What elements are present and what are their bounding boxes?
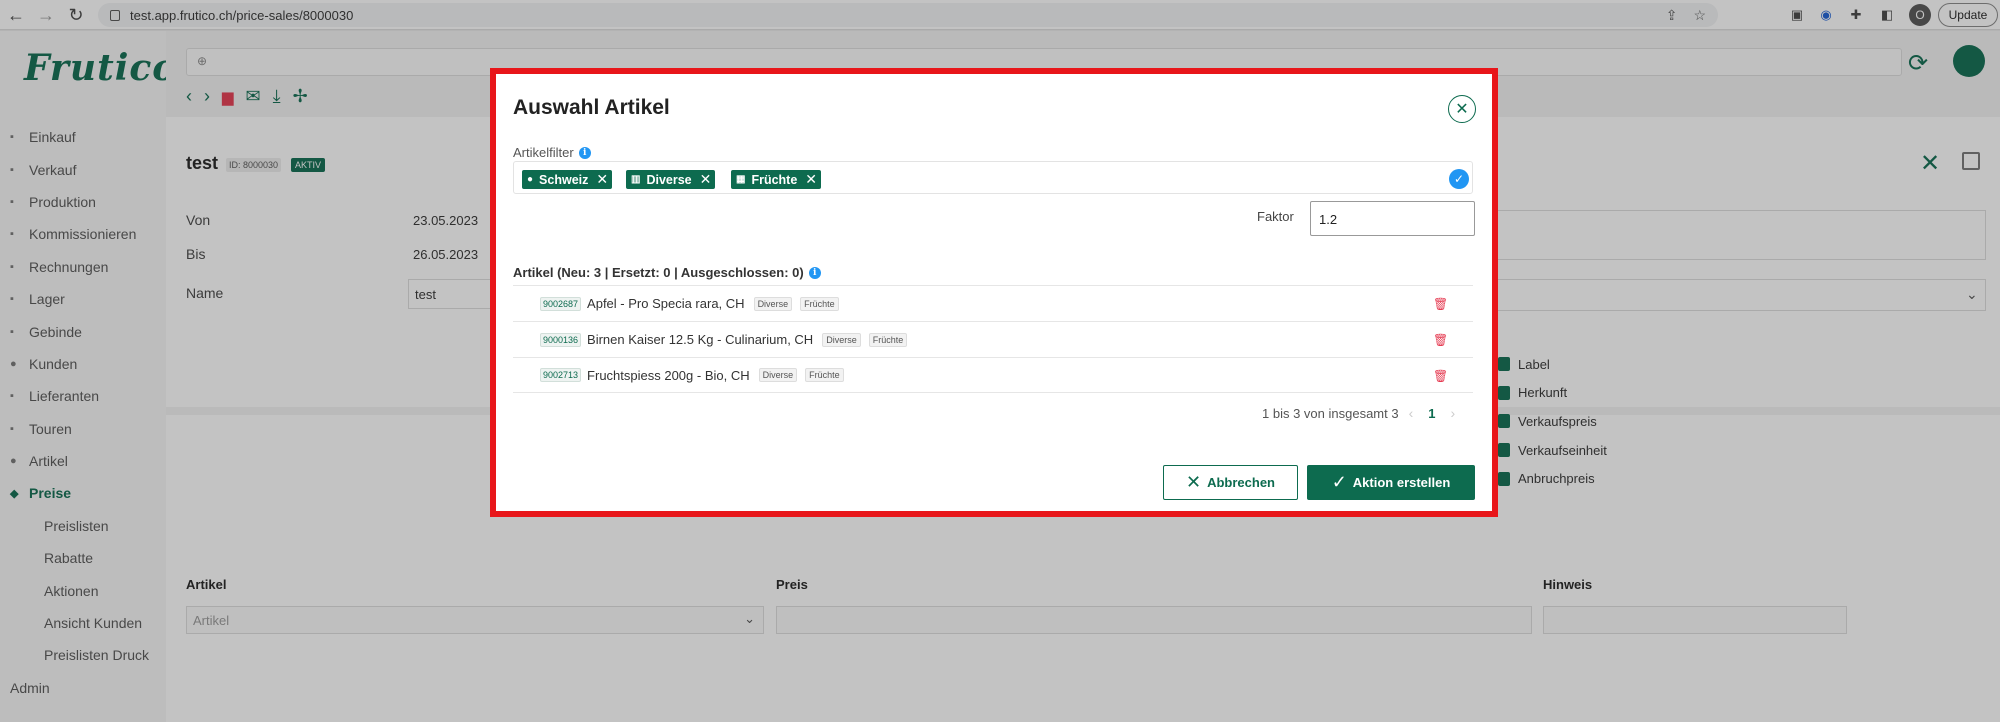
columns-icon: ▥ — [631, 174, 641, 185]
chip-label: Schweiz — [539, 172, 589, 187]
article-row: 9002687 Apfel - Pro Specia rara, CH Divers… — [513, 285, 1473, 321]
check-icon: ✓ — [1331, 472, 1347, 492]
faktor-label: Faktor — [1257, 209, 1294, 224]
trash-icon[interactable]: 🗑 — [1433, 297, 1448, 311]
article-list-header: Artikel (Neu: 3 | Ersetzt: 0 | Ausgeschl… — [513, 265, 821, 280]
article-tag: Diverse — [753, 296, 793, 311]
chip-label: Früchte — [751, 172, 798, 187]
article-tag: Früchte — [868, 332, 908, 347]
close-icon[interactable]: ✕ — [1448, 95, 1476, 123]
article-filter-input[interactable]: ● Schweiz ✕ ▥ Diverse ✕ ▦ Früchte ✕ ✓ — [513, 161, 1473, 194]
chip-diverse: ▥ Diverse ✕ — [626, 170, 716, 189]
cancel-label: Abbrechen — [1207, 475, 1275, 490]
modal-title: Auswahl Artikel — [513, 96, 670, 119]
page-number[interactable]: 1 — [1428, 406, 1435, 421]
article-list: 9002687 Apfel - Pro Specia rara, CH Divers… — [513, 285, 1473, 393]
article-name: Fruchtspiess 200g - Bio, CH — [587, 367, 750, 383]
article-tag: Früchte — [805, 368, 844, 382]
article-tag: Diverse — [758, 368, 798, 382]
check-circle-icon[interactable]: ✓ — [1449, 169, 1469, 189]
cancel-button[interactable]: ✕ Abbrechen — [1163, 465, 1298, 500]
grid-icon: ▦ — [736, 174, 746, 185]
chip-fruechte: ▦ Früchte ✕ — [731, 170, 822, 189]
faktor-input[interactable]: 1.2 — [1310, 201, 1475, 236]
prev-page-icon[interactable]: ‹ — [1409, 405, 1414, 421]
remove-chip-icon[interactable]: ✕ — [596, 171, 608, 188]
article-id-badge: 9002687 — [540, 296, 582, 311]
trash-icon[interactable]: 🗑 — [1433, 369, 1448, 383]
list-head-text: Artikel (Neu: 3 | Ersetzt: 0 | Ausgeschl… — [513, 265, 804, 280]
article-id-badge: 9000136 — [540, 332, 582, 347]
chip-label: Diverse — [646, 172, 692, 187]
create-action-button[interactable]: ✓ Aktion erstellen — [1307, 465, 1475, 500]
remove-chip-icon[interactable]: ✕ — [700, 171, 712, 188]
trash-icon[interactable]: 🗑 — [1433, 333, 1448, 347]
location-pin-icon: ● — [527, 174, 534, 185]
info-icon[interactable]: i — [578, 146, 591, 159]
remove-chip-icon[interactable]: ✕ — [805, 171, 817, 188]
article-name: Apfel - Pro Specia rara, CH — [587, 296, 745, 311]
pagination: 1 bis 3 von insgesamt 3 ‹ 1 › — [1262, 405, 1465, 421]
article-selection-modal: Auswahl Artikel ✕ Artikelfilter i ● Schw… — [490, 68, 1498, 517]
article-id-badge: 9002713 — [540, 368, 582, 382]
article-tag: Diverse — [822, 332, 861, 347]
x-icon: ✕ — [1186, 472, 1202, 492]
filter-label: Artikelfilter i — [513, 145, 591, 160]
article-row: 9002713 Fruchtspiess 200g - Bio, CH Divers… — [513, 357, 1473, 393]
article-row: 9000136 Birnen Kaiser 12.5 Kg - Culinariu… — [513, 321, 1473, 357]
create-label: Aktion erstellen — [1352, 475, 1451, 490]
next-page-icon[interactable]: › — [1450, 405, 1455, 421]
pagination-text: 1 bis 3 von insgesamt 3 — [1262, 405, 1399, 421]
article-name: Birnen Kaiser 12.5 Kg - Culinarium, CH — [587, 332, 814, 347]
chip-schweiz: ● Schweiz ✕ — [522, 170, 613, 189]
article-tag: Früchte — [800, 296, 839, 311]
info-icon[interactable]: i — [808, 266, 821, 279]
filter-label-text: Artikelfilter — [513, 145, 574, 160]
